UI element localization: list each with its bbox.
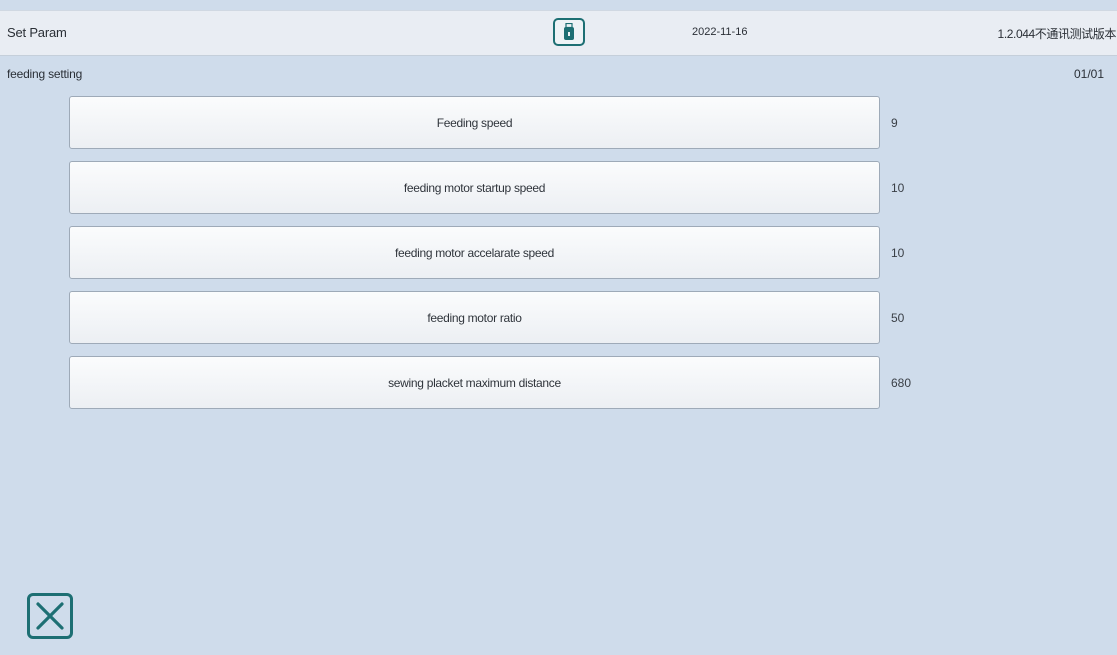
param-button-startup-speed[interactable]: feeding motor startup speed [69, 161, 880, 214]
param-button-motor-ratio[interactable]: feeding motor ratio [69, 291, 880, 344]
param-row: Feeding speed 9 [69, 96, 949, 151]
close-button[interactable] [27, 593, 73, 639]
param-value: 680 [891, 376, 912, 390]
close-icon [36, 602, 64, 630]
param-value: 10 [891, 181, 905, 195]
param-button-placket-distance[interactable]: sewing placket maximum distance [69, 356, 880, 409]
param-row: feeding motor ratio 50 [69, 291, 949, 346]
date-display: 2022-11-16 [692, 26, 748, 38]
param-value: 50 [891, 311, 905, 325]
param-row: feeding motor accelarate speed 10 [69, 226, 949, 281]
version-label: 1.2.044不通讯测试版本 [997, 27, 1117, 41]
param-row: sewing placket maximum distance 680 [69, 356, 949, 411]
header-bar: Set Param 2022-11-16 1.2.044不通讯测试版本 [0, 10, 1117, 56]
section-title: feeding setting [7, 67, 83, 81]
param-value: 10 [891, 246, 905, 260]
param-row: feeding motor startup speed 10 [69, 161, 949, 216]
param-button-feeding-speed[interactable]: Feeding speed [69, 96, 880, 149]
param-value: 9 [891, 116, 898, 130]
page-title: Set Param [7, 25, 67, 40]
usb-drive-icon[interactable] [553, 18, 585, 46]
param-button-accelarate-speed[interactable]: feeding motor accelarate speed [69, 226, 880, 279]
page-indicator: 01/01 [1073, 67, 1104, 81]
